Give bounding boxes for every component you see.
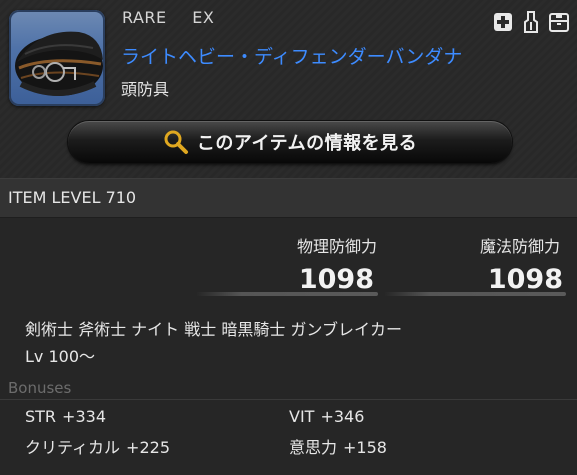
bonus-item: クリティカル +225 (25, 434, 170, 458)
magic-defense-underline (384, 292, 566, 296)
bonus-name: STR (25, 407, 57, 426)
bonus-name: クリティカル (25, 438, 121, 457)
defense-underline (196, 292, 378, 296)
item-name: ライトヘビー・ディフェンダーバンダナ (121, 46, 463, 68)
magic-defense-label: 魔法防御力 (479, 237, 560, 256)
magnifier-icon (163, 129, 189, 155)
armoire-icon[interactable] (547, 10, 571, 34)
tradability-text: EX (192, 8, 215, 27)
bonus-name: VIT (289, 407, 315, 426)
item-level-text: ITEM LEVEL 710 (8, 188, 137, 207)
view-item-info-label: このアイテムの情報を見る (196, 133, 418, 154)
magic-defense-value: 1098 (487, 264, 563, 295)
defense-label: 物理防御力 (296, 237, 377, 256)
bonus-item: STR +334 (25, 407, 106, 426)
top-icons (491, 10, 571, 34)
bandana-icon (15, 31, 103, 96)
defense-value: 1098 (298, 264, 374, 295)
item-level-bar: ITEM LEVEL 710 (0, 178, 577, 218)
bonuses-heading: Bonuses (8, 379, 72, 397)
bonus-value: +334 (62, 407, 106, 426)
view-item-info-button[interactable]: このアイテムの情報を見る (68, 121, 512, 163)
bonus-value: +158 (343, 438, 387, 457)
item-category: 頭防具 (121, 80, 170, 99)
rarity-line: RARE EX (122, 8, 214, 27)
bonus-name: 意思力 (289, 438, 338, 457)
bonus-value: +346 (320, 407, 365, 426)
bonuses-divider (0, 399, 577, 400)
rarity-text: RARE (122, 8, 167, 27)
job-list: 剣術士 斧術士 ナイト 戦士 暗黒騎士 ガンブレイカー (25, 320, 402, 339)
glamour-dresser-icon[interactable] (519, 10, 543, 34)
bonus-item: VIT +346 (289, 407, 364, 426)
bonus-item: 意思力 +158 (289, 434, 387, 458)
bonus-value: +225 (126, 438, 170, 457)
required-level: Lv 100～ (25, 347, 96, 366)
add-plus-icon[interactable] (491, 10, 515, 34)
item-icon (9, 10, 105, 106)
